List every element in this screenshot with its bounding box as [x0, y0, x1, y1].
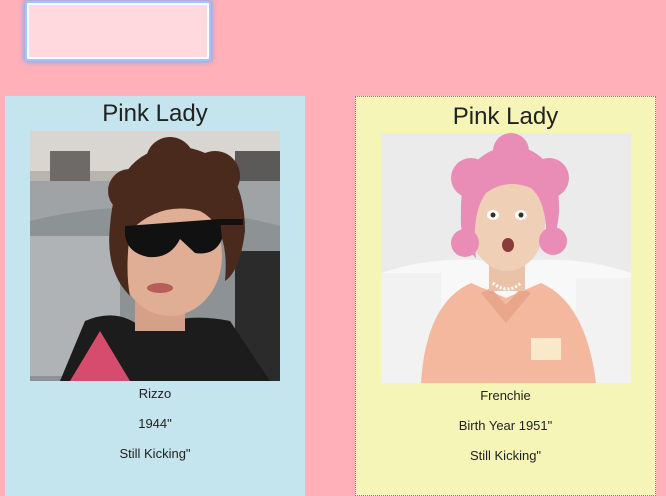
card-title: Pink Lady [452, 103, 559, 130]
card-year: Birth Year 1951" [458, 418, 553, 433]
rizzo-photo [30, 131, 280, 381]
card-name: Frenchie [480, 388, 531, 403]
card-title: Pink Lady [102, 100, 208, 127]
card-rizzo: Pink Lady Rizzo 1944" Still Kicking" [5, 96, 305, 496]
frenchie-photo [380, 133, 631, 383]
card-status: Still Kicking" [469, 448, 542, 463]
text-input[interactable] [25, 1, 211, 61]
card-name: Rizzo [138, 386, 172, 401]
card-frenchie: Pink Lady Frenchie Birth Year 1951" Stil… [355, 96, 656, 496]
card-year: 1944" [138, 416, 172, 431]
card-status: Still Kicking" [119, 446, 191, 461]
